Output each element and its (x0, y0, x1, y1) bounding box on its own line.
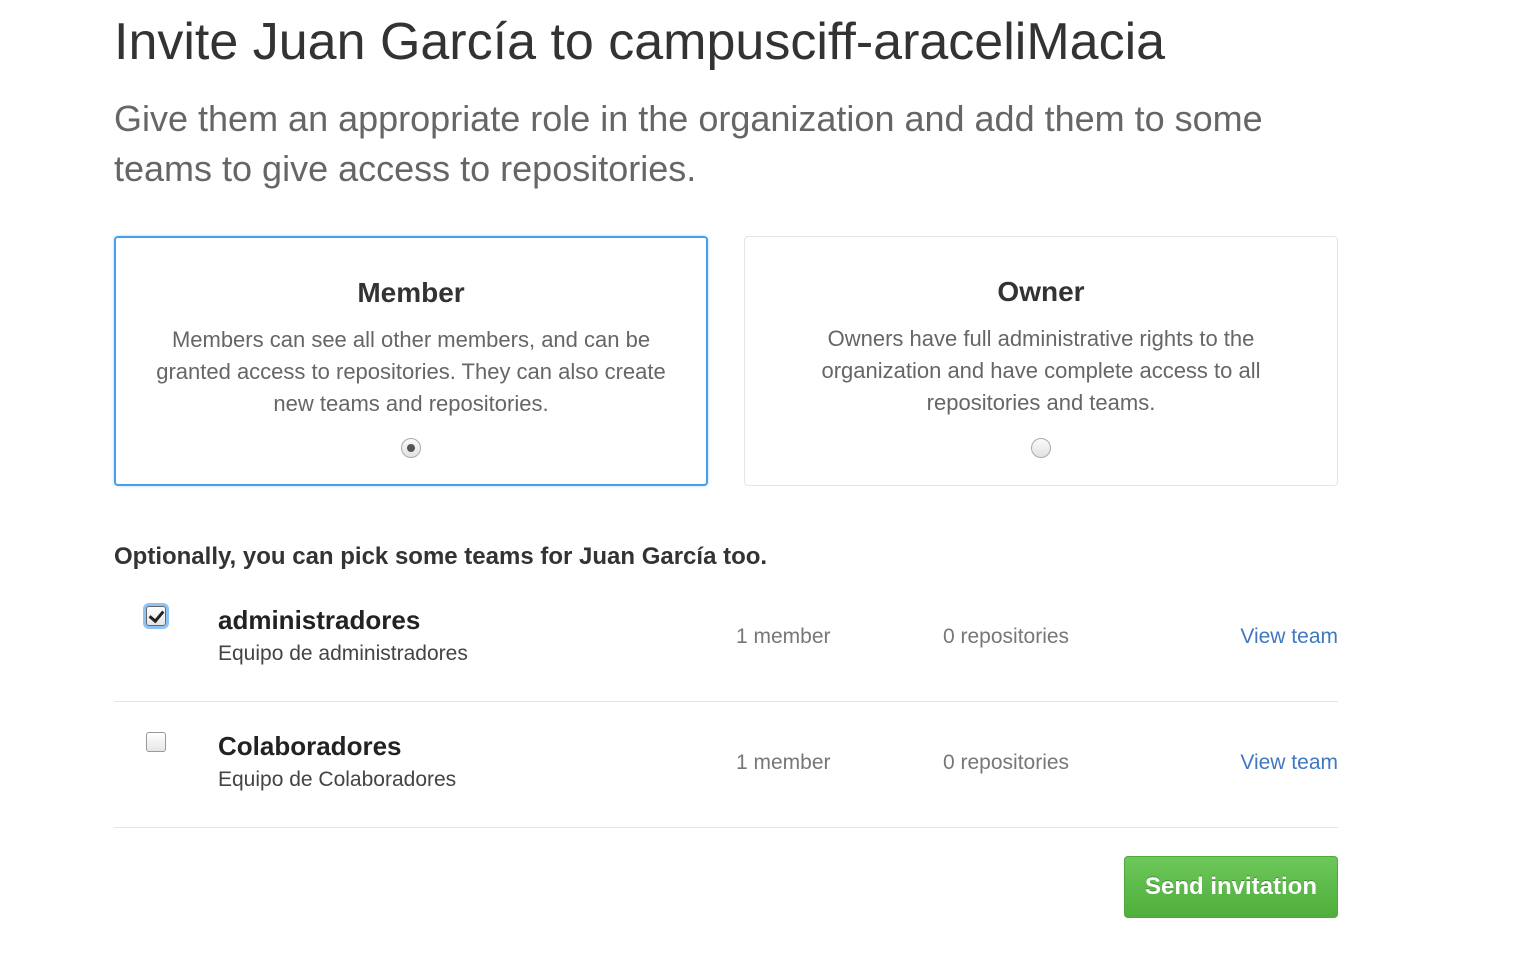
team-repository-count: 0 repositories (943, 751, 1070, 774)
team-row: Colaboradores Equipo de Colaboradores 1 … (114, 702, 1338, 828)
role-card-member[interactable]: Member Members can see all other members… (114, 236, 708, 486)
team-member-count: 1 member (736, 625, 831, 648)
teams-heading: Optionally, you can pick some teams for … (114, 543, 768, 570)
team-repository-count: 0 repositories (943, 625, 1070, 648)
role-description: Owners have full administrative rights t… (821, 326, 1261, 415)
team-row: administradores Equipo de administradore… (114, 576, 1338, 702)
team-description: Equipo de Colaboradores (218, 768, 457, 791)
role-title: Owner (997, 276, 1085, 307)
role-description: Members can see all other members, and c… (156, 327, 666, 416)
role-card-owner[interactable]: Owner Owners have full administrative ri… (744, 236, 1338, 486)
view-team-link[interactable]: View team (1240, 750, 1338, 776)
team-checkbox-administradores[interactable] (146, 606, 166, 626)
send-invitation-button[interactable]: Send invitation (1124, 856, 1338, 918)
page-title: Invite Juan García to campusciff-araceli… (114, 13, 1166, 71)
team-description: Equipo de administradores (218, 642, 468, 665)
team-member-count: 1 member (736, 751, 831, 774)
role-member-radio[interactable] (401, 438, 421, 458)
view-team-link[interactable]: View team (1240, 624, 1338, 650)
team-name: administradores (218, 605, 421, 635)
team-checkbox-colaboradores[interactable] (146, 732, 166, 752)
role-owner-radio[interactable] (1031, 438, 1051, 458)
team-name: Colaboradores (218, 731, 402, 761)
role-title: Member (357, 277, 465, 308)
page-subtitle: Give them an appropriate role in the org… (114, 98, 1263, 189)
